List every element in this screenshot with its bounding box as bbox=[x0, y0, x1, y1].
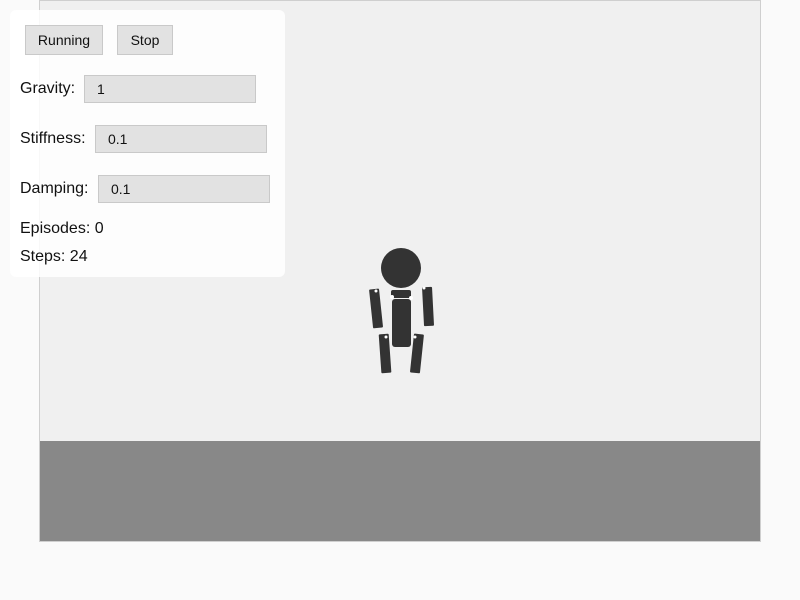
damping-label: Damping: bbox=[20, 180, 89, 197]
ragdoll-joint bbox=[390, 295, 394, 299]
ragdoll-joint bbox=[409, 296, 413, 300]
control-panel: Running Stop Gravity: Stiffness: Damping… bbox=[10, 10, 285, 277]
damping-input[interactable] bbox=[98, 175, 270, 203]
steps-counter: Steps: 24 bbox=[20, 248, 88, 265]
gravity-label: Gravity: bbox=[20, 80, 76, 97]
ragdoll-joint bbox=[374, 289, 378, 293]
running-button[interactable]: Running bbox=[25, 25, 103, 55]
ragdoll-left-leg bbox=[378, 333, 392, 374]
stiffness-label: Stiffness: bbox=[20, 130, 86, 147]
ragdoll-right-leg bbox=[410, 333, 424, 374]
ragdoll-right-arm bbox=[422, 286, 434, 327]
gravity-input[interactable] bbox=[84, 75, 256, 103]
stiffness-input[interactable] bbox=[95, 125, 267, 153]
ragdoll-joint bbox=[413, 335, 417, 339]
ragdoll-head bbox=[381, 248, 421, 288]
ragdoll-torso-upper bbox=[391, 290, 411, 298]
ragdoll-joint bbox=[384, 335, 388, 339]
episodes-counter: Episodes: 0 bbox=[20, 220, 104, 237]
ragdoll-left-arm bbox=[369, 288, 383, 329]
stop-button[interactable]: Stop bbox=[117, 25, 173, 55]
ragdoll-torso-lower bbox=[392, 299, 411, 347]
ragdoll-joint bbox=[422, 286, 426, 290]
